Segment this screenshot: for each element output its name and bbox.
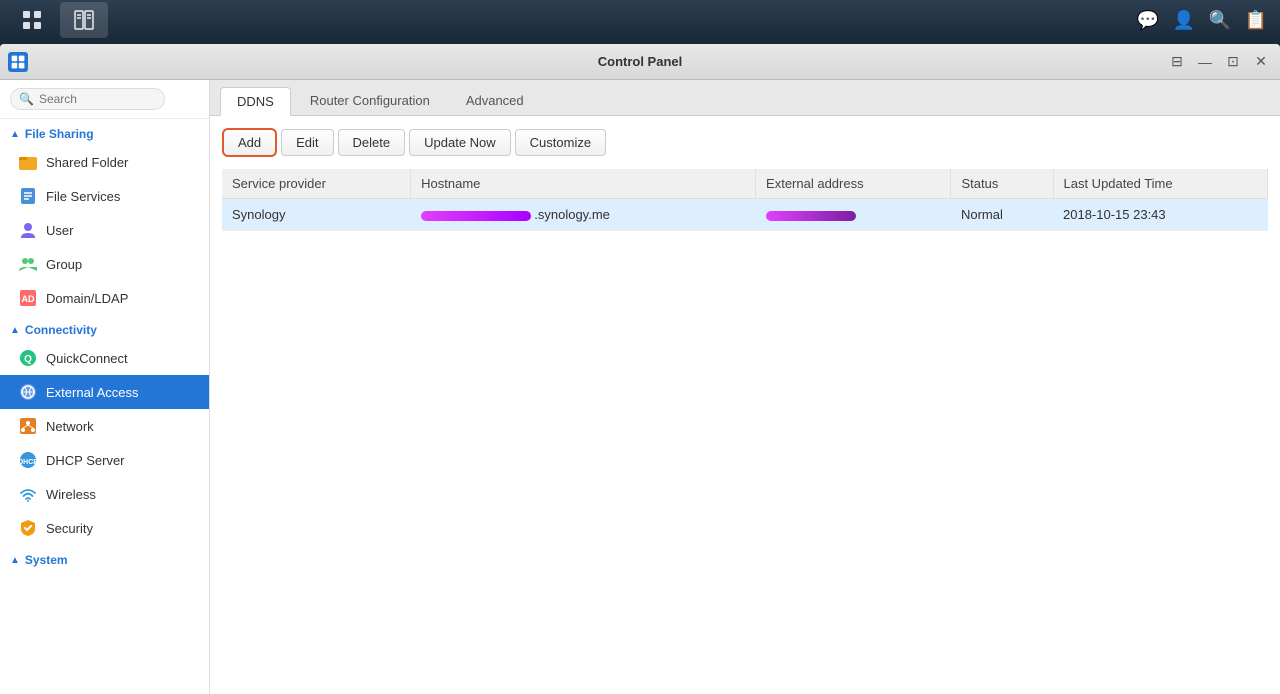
sidebar-item-wireless[interactable]: Wireless bbox=[0, 477, 209, 511]
sidebar-item-domain-ldap[interactable]: AD Domain/LDAP bbox=[0, 281, 209, 315]
sidebar-item-label: File Services bbox=[46, 189, 120, 204]
svg-text:AD: AD bbox=[22, 294, 35, 304]
sidebar-item-quickconnect[interactable]: Q QuickConnect bbox=[0, 341, 209, 375]
cell-hostname: .synology.me bbox=[411, 199, 756, 231]
minimize-button[interactable]: — bbox=[1194, 51, 1216, 73]
hostname-suffix: .synology.me bbox=[534, 207, 610, 222]
search-icon: 🔍 bbox=[19, 92, 34, 106]
taskbar-app-grid[interactable] bbox=[8, 2, 56, 38]
cell-last-updated: 2018-10-15 23:43 bbox=[1053, 199, 1268, 231]
cell-external-address bbox=[756, 199, 951, 231]
filter-button[interactable]: ⊟ bbox=[1166, 51, 1188, 73]
table-row[interactable]: Synology .synology.me Normal 2018-10-15 … bbox=[222, 199, 1268, 231]
sidebar-section-system[interactable]: ▲ System bbox=[0, 545, 209, 571]
sidebar-header: 🔍 bbox=[0, 80, 209, 119]
window-titlebar: Control Panel ⊟ — ⊡ ✕ bbox=[0, 44, 1280, 80]
menu-icon[interactable]: 📋 bbox=[1240, 4, 1272, 36]
domain-icon: AD bbox=[18, 288, 38, 308]
sidebar: 🔍 ▲ File Sharing Shared Folder bbox=[0, 80, 210, 694]
svg-text:DHCP: DHCP bbox=[18, 459, 38, 466]
toolbar: Add Edit Delete Update Now Customize bbox=[222, 128, 1268, 157]
close-button[interactable]: ✕ bbox=[1250, 51, 1272, 73]
search-icon[interactable]: 🔍 bbox=[1204, 4, 1236, 36]
chat-icon[interactable]: 💬 bbox=[1132, 4, 1164, 36]
add-button[interactable]: Add bbox=[222, 128, 277, 157]
sidebar-item-shared-folder[interactable]: Shared Folder bbox=[0, 145, 209, 179]
sidebar-item-label: Network bbox=[46, 419, 94, 434]
sidebar-item-group[interactable]: Group bbox=[0, 247, 209, 281]
wireless-icon bbox=[18, 484, 38, 504]
sidebar-item-label: Wireless bbox=[46, 487, 96, 502]
sidebar-section-file-sharing[interactable]: ▲ File Sharing bbox=[0, 119, 209, 145]
file-services-icon bbox=[18, 186, 38, 206]
sidebar-item-label: Security bbox=[46, 521, 93, 536]
network-icon bbox=[18, 416, 38, 436]
taskbar-file-manager[interactable] bbox=[60, 2, 108, 38]
control-panel-window: Control Panel ⊟ — ⊡ ✕ 🔍 ▲ File Sharing bbox=[0, 44, 1280, 694]
tab-ddns[interactable]: DDNS bbox=[220, 87, 291, 116]
taskbar: 💬 👤 🔍 📋 bbox=[0, 0, 1280, 40]
sidebar-item-label: Shared Folder bbox=[46, 155, 128, 170]
chevron-icon: ▲ bbox=[10, 555, 20, 566]
sidebar-section-label: File Sharing bbox=[25, 127, 94, 141]
hostname-bar bbox=[421, 211, 531, 221]
col-service-provider: Service provider bbox=[222, 169, 411, 199]
update-now-button[interactable]: Update Now bbox=[409, 129, 511, 156]
main-content: DDNS Router Configuration Advanced Add E… bbox=[210, 80, 1280, 694]
user-icon bbox=[18, 220, 38, 240]
col-hostname: Hostname bbox=[411, 169, 756, 199]
external-address-bar bbox=[766, 211, 856, 221]
customize-button[interactable]: Customize bbox=[515, 129, 606, 156]
sidebar-section-label: System bbox=[25, 553, 68, 567]
col-last-updated: Last Updated Time bbox=[1053, 169, 1268, 199]
sidebar-item-label: External Access bbox=[46, 385, 139, 400]
shared-folder-icon bbox=[18, 152, 38, 172]
taskbar-right-area: 💬 👤 🔍 📋 bbox=[1132, 4, 1272, 36]
tab-bar: DDNS Router Configuration Advanced bbox=[210, 80, 1280, 116]
tab-advanced[interactable]: Advanced bbox=[449, 86, 541, 115]
content-area: Add Edit Delete Update Now Customize Ser… bbox=[210, 116, 1280, 694]
search-box[interactable]: 🔍 bbox=[10, 88, 165, 110]
chevron-icon: ▲ bbox=[10, 129, 20, 140]
sidebar-item-dhcp-server[interactable]: DHCP DHCP Server bbox=[0, 443, 209, 477]
sidebar-item-user[interactable]: User bbox=[0, 213, 209, 247]
window-body: 🔍 ▲ File Sharing Shared Folder bbox=[0, 80, 1280, 694]
sidebar-section-connectivity[interactable]: ▲ Connectivity bbox=[0, 315, 209, 341]
quickconnect-icon: Q bbox=[18, 348, 38, 368]
user-icon[interactable]: 👤 bbox=[1168, 4, 1200, 36]
col-status: Status bbox=[951, 169, 1053, 199]
sidebar-item-label: Domain/LDAP bbox=[46, 291, 128, 306]
dhcp-icon: DHCP bbox=[18, 450, 38, 470]
col-external-address: External address bbox=[756, 169, 951, 199]
security-icon bbox=[18, 518, 38, 538]
table-header-row: Service provider Hostname External addre… bbox=[222, 169, 1268, 199]
svg-text:Q: Q bbox=[24, 354, 32, 365]
sidebar-item-security[interactable]: Security bbox=[0, 511, 209, 545]
window-title: Control Panel bbox=[598, 54, 683, 69]
delete-button[interactable]: Delete bbox=[338, 129, 406, 156]
chevron-icon: ▲ bbox=[10, 325, 20, 336]
sidebar-item-external-access[interactable]: External Access bbox=[0, 375, 209, 409]
ddns-table: Service provider Hostname External addre… bbox=[222, 169, 1268, 231]
tab-router-configuration[interactable]: Router Configuration bbox=[293, 86, 447, 115]
group-icon bbox=[18, 254, 38, 274]
sidebar-item-label: Group bbox=[46, 257, 82, 272]
external-access-icon bbox=[18, 382, 38, 402]
edit-button[interactable]: Edit bbox=[281, 129, 333, 156]
sidebar-item-file-services[interactable]: File Services bbox=[0, 179, 209, 213]
app-logo bbox=[8, 52, 28, 72]
restore-button[interactable]: ⊡ bbox=[1222, 51, 1244, 73]
sidebar-item-label: DHCP Server bbox=[46, 453, 125, 468]
cell-service-provider: Synology bbox=[222, 199, 411, 231]
cell-status: Normal bbox=[951, 199, 1053, 231]
window-controls: ⊟ — ⊡ ✕ bbox=[1166, 51, 1272, 73]
sidebar-item-label: QuickConnect bbox=[46, 351, 128, 366]
sidebar-section-label: Connectivity bbox=[25, 323, 97, 337]
sidebar-item-network[interactable]: Network bbox=[0, 409, 209, 443]
search-input[interactable] bbox=[39, 92, 156, 106]
sidebar-item-label: User bbox=[46, 223, 73, 238]
